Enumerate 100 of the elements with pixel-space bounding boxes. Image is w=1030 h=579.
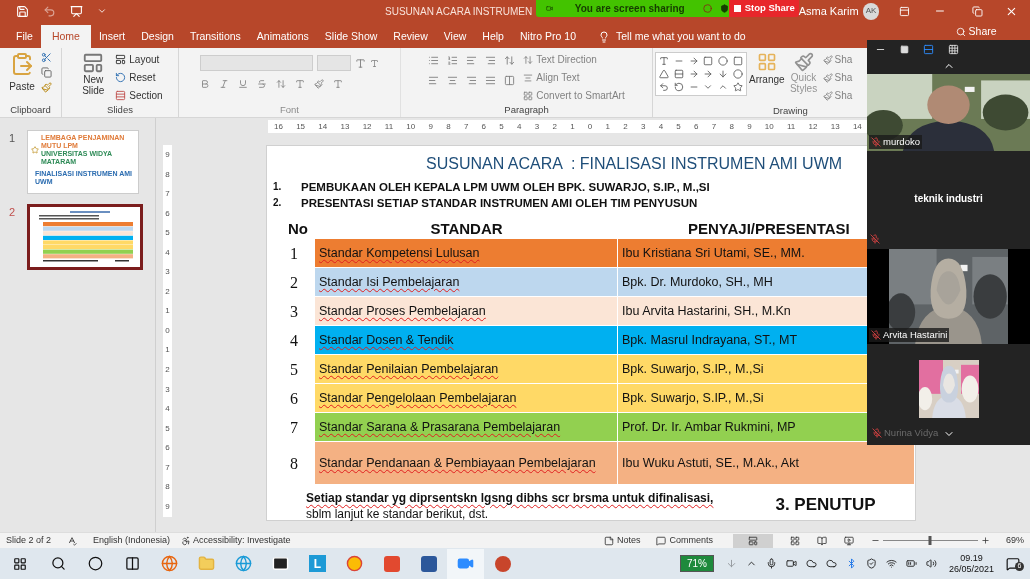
ruler-number: 12 [808, 120, 818, 133]
slide-title: SUSUNAN ACARA : FINALISASI INSTRUMEN AMI UWM [426, 154, 843, 174]
group-label: Drawing [773, 105, 808, 116]
ruler-number: 3 [534, 120, 540, 133]
ruler-number: 9 [428, 120, 433, 133]
ribbon-tab[interactable]: View [435, 25, 475, 48]
ribbon-tab[interactable]: Insert [90, 25, 134, 48]
new-slide-button[interactable]: New Slide [77, 52, 110, 103]
ruler-number: 1 [570, 120, 575, 133]
row-number: 3 [289, 301, 299, 322]
zoom-level[interactable]: 69% [1006, 533, 1024, 548]
video-tile[interactable]: Arvita Hastarini [867, 249, 1030, 344]
ruler-number: 4 [658, 120, 664, 133]
row-number: 5 [289, 359, 299, 380]
group-label: Slides [107, 103, 133, 117]
launcher-app[interactable]: L [309, 555, 326, 572]
participant-name: Arvita Hastarini [883, 327, 948, 342]
stop-share-button[interactable]: Stop Share [728, 0, 799, 17]
ribbon-tab[interactable]: Home [40, 25, 91, 48]
accessibility-status[interactable]: Accessibility: Investigate [193, 533, 291, 548]
ruler-number: 4 [165, 403, 170, 416]
ruler-number: 8 [165, 168, 170, 181]
standard-name: Standar Proses Pembelajaran [319, 302, 486, 320]
ruler-number: 7 [165, 461, 170, 474]
row-number: 1 [289, 243, 299, 264]
ribbon-tab[interactable]: Nitro Pro 10 [511, 25, 584, 48]
text-direction-button[interactable]: Text Direction [523, 52, 625, 67]
standard-name: Standar Kompetensi Lulusan [319, 244, 480, 262]
ribbon-tab[interactable]: Animations [248, 25, 317, 48]
ribbon-tab[interactable]: Help [474, 25, 512, 48]
ruler-number: 8 [729, 120, 734, 133]
standard-name: Standar Pendanaan & Pembiayaan Pembelajaran [319, 454, 596, 472]
reset-button[interactable]: Reset [115, 70, 163, 85]
column-header: PENYAJI/PRESENTASI [688, 218, 850, 239]
slide-counter: Slide 2 of 2 [6, 533, 52, 547]
shape-format-button[interactable]: Sha [822, 70, 853, 85]
clock-time[interactable]: 09.19 [960, 552, 983, 564]
ruler-number: 1 [605, 120, 610, 133]
slide-number: 2 [9, 205, 17, 220]
ruler-number: 1 [165, 344, 170, 357]
note-text: sblm lanjut ke standar berikut, dst. [306, 506, 490, 522]
notes-button[interactable]: Notes [603, 533, 641, 548]
ruler-number: 2 [552, 120, 557, 133]
share-button[interactable]: Share [955, 25, 997, 39]
standard-name: Standar Dosen & Tendik [319, 331, 454, 349]
standard-name: Standar Pengelolaan Pembelajaran [319, 389, 517, 407]
convert-smartart-button[interactable]: Convert to SmartArt [523, 88, 625, 103]
ruler-number: 13 [340, 120, 350, 133]
ruler-number: 15 [296, 120, 306, 133]
ruler-number: 6 [165, 442, 170, 455]
standard-name: Standar Sarana & Prasarana Pembelajaran [319, 418, 561, 436]
ruler-number: 2 [623, 120, 628, 133]
align-text-button[interactable]: Align Text [523, 70, 625, 85]
ruler-number: 8 [165, 481, 170, 494]
ruler-number: 7 [711, 120, 717, 133]
row-number: 7 [289, 417, 299, 438]
presenter-name: Prof. Dr. Ir. Ambar Rukmini, MP [622, 418, 796, 436]
paste-button[interactable]: Paste [9, 52, 35, 103]
battery-meter: 71% [679, 555, 714, 572]
ruler-number: 11 [384, 120, 394, 133]
group-label: Font [280, 102, 299, 117]
comments-button[interactable]: Comments [656, 533, 713, 548]
ribbon-tab[interactable]: Transitions [181, 25, 249, 48]
standard-name: Standar Isi Pembelajaran [319, 273, 460, 291]
user-avatar[interactable]: AK [862, 2, 880, 20]
ruler-number: 9 [747, 120, 752, 133]
slide-number: 1 [9, 131, 17, 146]
ruler-number: 3 [165, 383, 170, 396]
arrange-button[interactable]: Arrange [749, 52, 785, 103]
ruler-number: 6 [165, 207, 170, 220]
tell-me-search[interactable]: Tell me what you want to do [616, 28, 746, 45]
section-button[interactable]: Section [115, 88, 163, 103]
ruler-number: 2 [165, 364, 170, 376]
shape-format-button[interactable]: Sha [822, 88, 853, 103]
column-header: STANDAR [429, 218, 504, 239]
participant-name: teknik industri [914, 192, 983, 206]
ribbon-tab[interactable]: File [8, 25, 41, 48]
ruler-number: 12 [362, 120, 372, 133]
video-tile[interactable]: murdoko [867, 74, 1030, 151]
ribbon-tab[interactable]: Slide Show [316, 25, 386, 48]
row-number: 4 [289, 330, 299, 351]
participant-tile[interactable]: teknik industri [867, 151, 1030, 246]
ruler-number: 5 [165, 422, 170, 435]
group-label: Clipboard [10, 102, 51, 117]
ribbon-tab[interactable]: Design [133, 25, 182, 48]
ruler-number: 8 [446, 120, 451, 133]
ruler-number: 14 [852, 120, 862, 133]
presenter-name: Bpk. Masrul Indrayana, ST., MT [622, 331, 798, 349]
ruler-number: 7 [165, 188, 170, 201]
ruler-number: 9 [165, 500, 170, 513]
layout-button[interactable]: Layout [115, 52, 163, 67]
presenter-name: Bpk. Suwarjo, S.IP., M.,Si [622, 360, 764, 378]
ruler-number: 10 [764, 120, 774, 133]
ribbon-tab[interactable]: Review [385, 25, 436, 48]
clock-date[interactable]: 26/05/2021 [948, 563, 994, 575]
group-label: Paragraph [504, 103, 549, 117]
shape-format-button[interactable]: Sha [822, 52, 853, 67]
language-indicator[interactable]: English (Indonesia) [93, 533, 171, 548]
ruler-number: 9 [165, 149, 170, 161]
ruler-number: 5 [165, 227, 170, 240]
